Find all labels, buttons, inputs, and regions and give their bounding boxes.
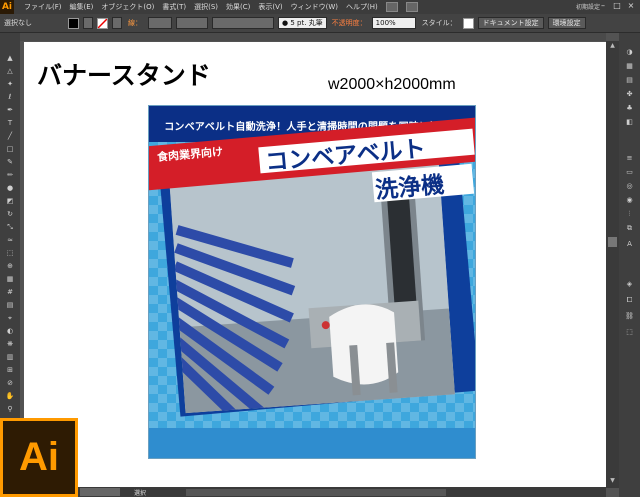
- pencil-icon[interactable]: ✏: [5, 170, 15, 180]
- style-label: スタイル：: [421, 19, 457, 27]
- arrange-documents-icon[interactable]: [405, 2, 418, 12]
- environment-settings-button[interactable]: 環境設定: [547, 17, 586, 29]
- color-guide-icon[interactable]: ▦: [624, 61, 635, 72]
- selection-status: 選択なし: [4, 19, 32, 27]
- stroke-swatch[interactable]: [97, 17, 108, 29]
- menu-view[interactable]: 表示(V): [254, 2, 286, 12]
- symbols-icon[interactable]: ♣: [624, 103, 635, 114]
- symbol-sprayer-icon[interactable]: ❋: [5, 339, 15, 349]
- blob-brush-icon[interactable]: ●: [5, 183, 15, 193]
- pen-tool-icon[interactable]: ✒: [5, 105, 15, 115]
- gradient-panel-icon[interactable]: ▭: [624, 167, 635, 178]
- scroll-down-icon[interactable]: ▼: [608, 477, 617, 485]
- swatches-icon[interactable]: ▤: [624, 75, 635, 86]
- graph-tool-icon[interactable]: ▥: [5, 352, 15, 362]
- mesh-tool-icon[interactable]: #: [5, 287, 15, 297]
- transform-icon[interactable]: ⬚: [624, 327, 635, 338]
- size-label: w2000×h2000mm: [328, 76, 456, 93]
- menu-bar: Ai ファイル(F) 編集(E) オブジェクト(O) 書式(T) 選択(S) 効…: [0, 0, 640, 14]
- opacity-field[interactable]: 100%: [371, 17, 416, 29]
- menu-help[interactable]: ヘルプ(H): [342, 2, 382, 12]
- paintbrush-icon[interactable]: ✎: [5, 157, 15, 167]
- eyedropper-icon[interactable]: ⌖: [5, 313, 15, 323]
- artboards-icon[interactable]: ⧠: [624, 295, 635, 306]
- stroke-dropdown[interactable]: [112, 17, 122, 29]
- transparency-icon[interactable]: ◎: [624, 181, 635, 192]
- scroll-up-icon[interactable]: ▲: [608, 42, 617, 50]
- artboard-tool-icon[interactable]: ⊞: [5, 365, 15, 375]
- horizontal-scrollbar[interactable]: [186, 488, 447, 496]
- menu-edit[interactable]: 編集(E): [66, 2, 98, 12]
- scroll-thumb[interactable]: [608, 237, 617, 247]
- hand-tool-icon[interactable]: ✋: [5, 391, 15, 401]
- layers-icon[interactable]: ◈: [624, 279, 635, 290]
- graphic-style-swatch[interactable]: [462, 17, 474, 29]
- stroke-profile-field[interactable]: ● 5 pt. 丸筆: [278, 17, 327, 29]
- lasso-icon[interactable]: ℓ: [5, 92, 15, 102]
- close-button[interactable]: ×: [626, 1, 636, 11]
- no-stroke-icon: [98, 18, 107, 28]
- rotate-tool-icon[interactable]: ↻: [5, 209, 15, 219]
- type-tool-icon[interactable]: T: [5, 118, 15, 128]
- selection-tool-icon[interactable]: ▲: [5, 53, 15, 63]
- status-bar: 選択: [20, 487, 606, 497]
- menu-window[interactable]: ウィンドウ(W): [287, 2, 342, 12]
- zoom-tool-icon[interactable]: ⚲: [5, 404, 15, 414]
- illustrator-badge-icon: Ai: [0, 418, 78, 497]
- pathfinder-icon[interactable]: ⧉: [624, 223, 635, 234]
- shape-builder-icon[interactable]: ⊕: [5, 261, 15, 271]
- scale-tool-icon[interactable]: ⤡: [5, 222, 15, 232]
- brushes-icon[interactable]: ✤: [624, 89, 635, 100]
- graphic-styles-icon[interactable]: ◧: [624, 117, 635, 128]
- zoom-dropdown[interactable]: [80, 488, 120, 496]
- menu-type[interactable]: 書式(T): [158, 2, 190, 12]
- direct-selection-tool-icon[interactable]: △: [5, 66, 15, 76]
- banner-bottom-strip: [149, 428, 475, 458]
- fill-dropdown[interactable]: [83, 17, 93, 29]
- type-panel-icon[interactable]: A: [624, 239, 635, 250]
- document-settings-button[interactable]: ドキュメント設定: [477, 17, 544, 29]
- workspace-switcher[interactable]: 初期設定: [576, 2, 600, 11]
- app-logo-icon: Ai: [0, 0, 14, 14]
- gradient-tool-icon[interactable]: ▤: [5, 300, 15, 310]
- links-icon[interactable]: ⛓: [624, 311, 635, 322]
- magic-wand-icon[interactable]: ✦: [5, 79, 15, 89]
- eraser-icon[interactable]: ◩: [5, 196, 15, 206]
- perspective-grid-icon[interactable]: ▦: [5, 274, 15, 284]
- document-tab-bar: [20, 33, 606, 41]
- panel-dock: ◑ ▦ ▤ ✤ ♣ ◧ ≡ ▭ ◎ ◉ ⫶ ⧉ A ◈ ⧠ ⛓ ⬚: [619, 33, 640, 497]
- brush-definition-dropdown[interactable]: [212, 17, 274, 29]
- variable-width-dropdown[interactable]: [176, 17, 208, 29]
- artboard-heading: バナースタンド: [37, 61, 211, 90]
- rectangle-tool-icon[interactable]: □: [5, 144, 15, 154]
- stroke-label[interactable]: 線：: [124, 18, 146, 28]
- stroke-panel-icon[interactable]: ≡: [624, 153, 635, 164]
- bridge-icon[interactable]: [385, 2, 398, 12]
- product-subtitle: 洗浄機: [374, 172, 446, 204]
- status-tool-text: 選択: [134, 489, 147, 497]
- line-tool-icon[interactable]: ╱: [5, 131, 15, 141]
- banner-artwork[interactable]: コンベアベルト自動洗浄！人手と清掃時間の問題を同時に解決！ 食肉業界向け コンベ…: [148, 105, 476, 459]
- vertical-scrollbar[interactable]: ▲ ▼: [606, 41, 619, 488]
- minimize-button[interactable]: –: [598, 1, 608, 11]
- menu-object[interactable]: オブジェクト(O): [97, 2, 158, 12]
- appearance-icon[interactable]: ◉: [624, 195, 635, 206]
- free-transform-icon[interactable]: ⬚: [5, 248, 15, 258]
- slice-tool-icon[interactable]: ⊘: [5, 378, 15, 388]
- blend-tool-icon[interactable]: ◐: [5, 326, 15, 336]
- menu-file[interactable]: ファイル(F): [20, 2, 66, 12]
- fill-swatch[interactable]: [68, 17, 79, 29]
- maximize-button[interactable]: □: [612, 1, 622, 11]
- color-panel-icon[interactable]: ◑: [624, 47, 635, 58]
- menu-select[interactable]: 選択(S): [190, 2, 222, 12]
- control-bar: 選択なし 線： ● 5 pt. 丸筆 不透明度： 100% スタイル： ドキュメ…: [0, 14, 640, 33]
- align-icon[interactable]: ⫶: [624, 209, 635, 220]
- warp-tool-icon[interactable]: ≈: [5, 235, 15, 245]
- menu-effect[interactable]: 効果(C): [222, 2, 254, 12]
- opacity-label[interactable]: 不透明度：: [329, 18, 370, 28]
- stroke-weight-field[interactable]: [148, 17, 172, 29]
